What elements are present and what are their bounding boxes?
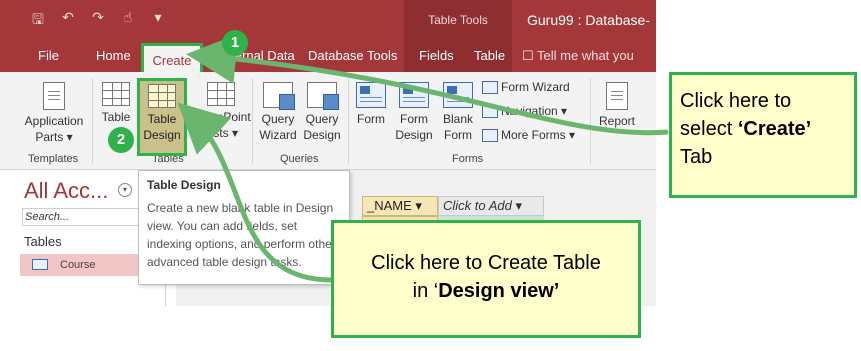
step-badge-2: 2 <box>108 127 134 153</box>
callout-create-table-design: Click here to Create Table in ‘Design vi… <box>331 220 641 338</box>
callout-2-line2-pre: in ‘ <box>412 280 439 302</box>
callout-1-line2-bold: ‘Create’ <box>737 118 812 140</box>
arrow-to-table-design <box>177 102 333 283</box>
callout-2-line1: Click here to Create Table <box>371 252 601 274</box>
callout-1-line3: Tab <box>680 146 713 168</box>
callout-2-line2-bold: Design view’ <box>438 280 560 302</box>
callout-1-line2-pre: select <box>680 118 738 140</box>
callout-2-line2: in ‘Design view’ <box>344 277 628 305</box>
arrow-to-create-tab <box>186 33 669 136</box>
callout-1-line2: select ‘Create’ <box>680 115 846 143</box>
callout-select-create: Click here to select ‘Create’ Tab <box>669 72 857 198</box>
callout-1-line1: Click here to <box>680 90 792 112</box>
step-badge-1: 1 <box>222 30 248 56</box>
